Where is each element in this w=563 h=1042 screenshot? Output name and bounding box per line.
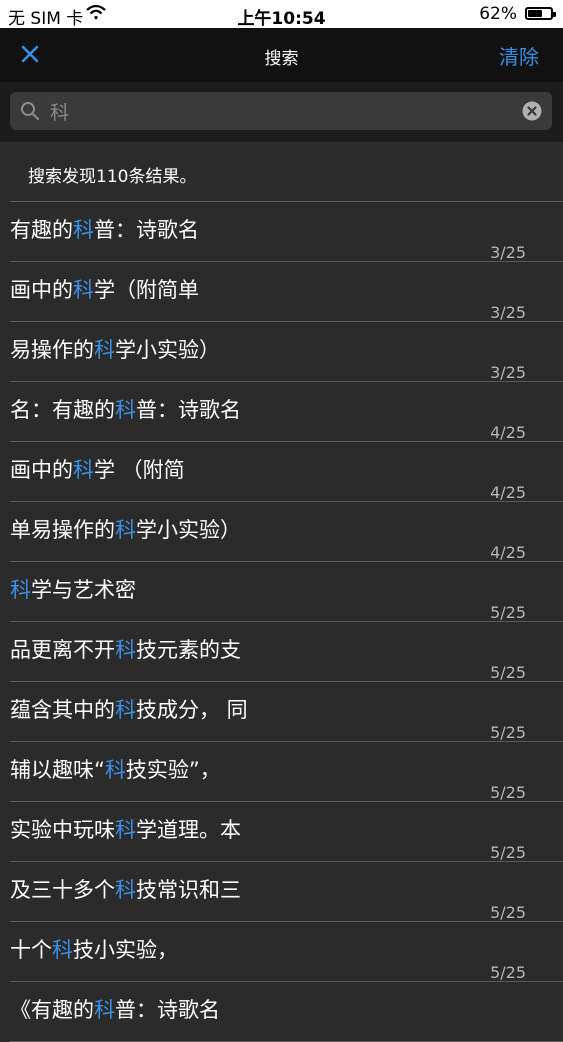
result-item[interactable]: 品更离不开科技元素的支 5/25 [0,622,563,682]
result-count: 搜索发现110条结果。 [28,167,197,187]
result-page: 5/25 [490,783,526,802]
battery-percent: 62% [479,4,517,24]
page-title: 搜索 [264,49,299,69]
clear-button[interactable]: 清除 [499,41,539,70]
result-page: 4/25 [490,483,526,502]
result-item[interactable]: 蕴含其中的科技成分， 同 5/25 [0,682,563,742]
snippet-after: 技成分， 同 [136,698,248,722]
result-snippet: 十个科技小实验， [10,934,178,964]
snippet-match: 科 [94,338,115,362]
result-page: 5/25 [490,603,526,622]
result-item[interactable]: 画中的科学（附简单 3/25 [0,262,563,322]
result-snippet: 名：有趣的科普：诗歌名 [10,394,241,424]
result-snippet: 及三十多个科技常识和三 [10,874,241,904]
result-snippet: 实验中玩味科学道理。本 [10,814,241,844]
snippet-before: 名：有趣的 [10,398,115,422]
nav-bar: 搜索 清除 [0,28,563,82]
result-snippet: 单易操作的科学小实验） [10,514,241,544]
result-page: 4/25 [490,423,526,442]
snippet-before: 画中的 [10,278,73,302]
search-icon [21,102,40,121]
snippet-match: 科 [73,458,94,482]
result-page: 5/25 [490,663,526,682]
snippet-before: 单易操作的 [10,518,115,542]
snippet-after: 普：诗歌名 [94,218,199,242]
result-item[interactable]: 单易操作的科学小实验） 4/25 [0,502,563,562]
result-item[interactable]: 辅以趣味“科技实验”， 5/25 [0,742,563,802]
result-page: 3/25 [490,243,526,262]
snippet-after: 学（附简单 [94,278,199,302]
snippet-after: 技元素的支 [136,638,241,662]
snippet-after: 学与艺术密 [31,578,136,602]
snippet-after: 学小实验） [115,338,220,362]
clear-search-icon[interactable] [522,101,542,121]
result-page: 3/25 [490,303,526,322]
snippet-before: 实验中玩味 [10,818,115,842]
result-item[interactable]: 实验中玩味科学道理。本 5/25 [0,802,563,862]
result-item[interactable]: 《有趣的科普：诗歌名 [0,982,563,1042]
snippet-before: 有趣的 [10,218,73,242]
search-field[interactable] [10,92,552,130]
result-page: 5/25 [490,843,526,862]
result-item[interactable]: 名：有趣的科普：诗歌名 4/25 [0,382,563,442]
snippet-before: 易操作的 [10,338,94,362]
results-list: 有趣的科普：诗歌名 3/25 画中的科学（附简单 3/25 易操作的科学小实验） 3/25… [0,202,563,1042]
snippet-after: 技常识和三 [136,878,241,902]
result-snippet: 有趣的科普：诗歌名 [10,214,199,244]
snippet-after: 学道理。本 [136,818,241,842]
result-snippet: 易操作的科学小实验） [10,334,220,364]
result-item[interactable]: 十个科技小实验， 5/25 [0,922,563,982]
battery-icon [525,7,556,20]
result-snippet: 《有趣的科普：诗歌名 [10,994,220,1024]
result-snippet: 蕴含其中的科技成分， 同 [10,694,248,724]
snippet-match: 科 [115,398,136,422]
snippet-after: 技实验”， [125,758,221,782]
snippet-before: 品更离不开 [10,638,115,662]
snippet-match: 科 [115,818,136,842]
result-item[interactable]: 画中的科学 （附简 4/25 [0,442,563,502]
snippet-match: 科 [73,218,94,242]
snippet-match: 科 [94,998,115,1022]
snippet-before: 辅以趣味“ [10,758,105,782]
snippet-after: 普：诗歌名 [115,998,220,1022]
snippet-before: 十个 [10,938,52,962]
snippet-after: 普：诗歌名 [136,398,241,422]
result-snippet: 科学与艺术密 [10,574,136,604]
snippet-match: 科 [10,578,31,602]
result-item[interactable]: 科学与艺术密 5/25 [0,562,563,622]
result-snippet: 画中的科学（附简单 [10,274,199,304]
snippet-before: 画中的 [10,458,73,482]
snippet-match: 科 [115,638,136,662]
snippet-match: 科 [115,518,136,542]
result-page: 5/25 [490,903,526,922]
snippet-before: 蕴含其中的 [10,698,115,722]
result-snippet: 品更离不开科技元素的支 [10,634,241,664]
snippet-match: 科 [73,278,94,302]
snippet-after: 学 （附简 [94,458,185,482]
snippet-after: 学小实验） [136,518,241,542]
search-bar [0,82,563,142]
result-snippet: 辅以趣味“科技实验”， [10,754,221,784]
snippet-match: 科 [104,758,126,782]
snippet-before: 《有趣的 [10,998,94,1022]
result-item[interactable]: 有趣的科普：诗歌名 3/25 [0,202,563,262]
result-page: 5/25 [490,723,526,742]
result-item[interactable]: 及三十多个科技常识和三 5/25 [0,862,563,922]
snippet-match: 科 [52,938,73,962]
status-bar: 无 SIM 卡 上午10:54 62% [0,0,563,29]
snippet-after: 技小实验， [73,938,178,962]
result-page: 3/25 [490,363,526,382]
result-item[interactable]: 易操作的科学小实验） 3/25 [0,322,563,382]
search-input[interactable] [50,92,490,130]
result-page: 4/25 [490,543,526,562]
snippet-before: 及三十多个 [10,878,115,902]
snippet-match: 科 [115,698,136,722]
result-snippet: 画中的科学 （附简 [10,454,185,484]
result-page: 5/25 [490,963,526,982]
snippet-match: 科 [115,878,136,902]
